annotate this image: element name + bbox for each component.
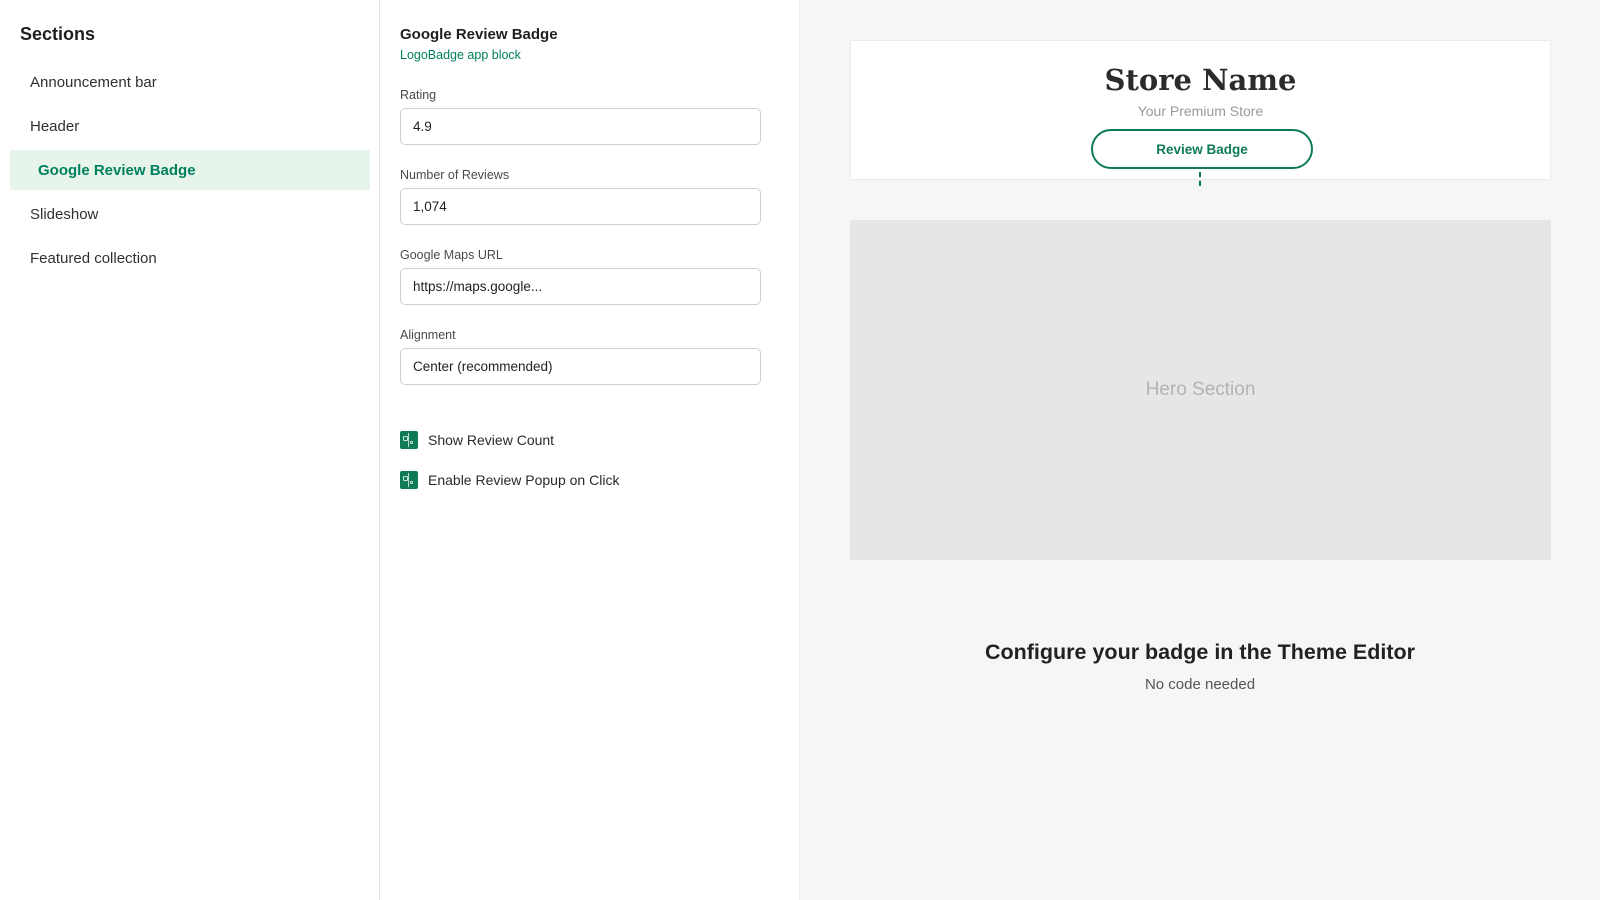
review-popup-label: Enable Review Popup on Click bbox=[428, 472, 620, 488]
reviews-field: Number of Reviews bbox=[400, 168, 761, 225]
sidebar-item-announcement-bar[interactable]: Announcement bar bbox=[10, 62, 370, 102]
review-badge-button[interactable]: Review Badge bbox=[1091, 129, 1313, 169]
reviews-input[interactable] bbox=[400, 188, 761, 225]
rating-input[interactable] bbox=[400, 108, 761, 145]
checkbox-toggle-icon[interactable] bbox=[400, 431, 418, 449]
store-name: Store Name bbox=[1104, 63, 1297, 97]
rating-label: Rating bbox=[400, 88, 437, 102]
badge-connector-line bbox=[1199, 172, 1201, 186]
sections-sidebar: Sections Announcement bar Header Google … bbox=[0, 0, 380, 900]
cta-subtitle: No code needed bbox=[1144, 676, 1256, 693]
hero-section-placeholder: Hero Section bbox=[850, 220, 1551, 560]
review-popup-toggle[interactable]: Enable Review Popup on Click bbox=[400, 470, 619, 490]
sidebar-item-header[interactable]: Header bbox=[10, 106, 370, 146]
store-header-preview: Store Name Your Premium Store Review Bad… bbox=[850, 40, 1551, 180]
sidebar-item-google-review-badge[interactable]: Google Review Badge bbox=[10, 150, 370, 190]
theme-preview: Store Name Your Premium Store Review Bad… bbox=[800, 0, 1600, 900]
show-review-count-toggle[interactable]: Show Review Count bbox=[400, 430, 554, 450]
settings-title: Google Review Badge bbox=[400, 26, 558, 43]
store-tagline: Your Premium Store bbox=[1137, 103, 1264, 119]
rating-field: Rating bbox=[400, 88, 761, 145]
maps-url-field: Google Maps URL bbox=[400, 248, 761, 305]
settings-subtitle: LogoBadge app block bbox=[400, 48, 521, 62]
reviews-label: Number of Reviews bbox=[400, 168, 510, 182]
alignment-select[interactable] bbox=[400, 348, 761, 385]
cta-title: Configure your badge in the Theme Editor bbox=[984, 640, 1416, 664]
alignment-field: Alignment bbox=[400, 328, 761, 385]
sections-list: Announcement bar Header Google Review Ba… bbox=[10, 62, 370, 282]
sidebar-title: Sections bbox=[20, 24, 96, 44]
block-settings-panel: Google Review Badge LogoBadge app block … bbox=[380, 0, 800, 900]
checkbox-toggle-icon[interactable] bbox=[400, 471, 418, 489]
show-review-count-label: Show Review Count bbox=[428, 432, 555, 448]
maps-url-label: Google Maps URL bbox=[400, 248, 503, 262]
alignment-label: Alignment bbox=[400, 328, 456, 342]
maps-url-input[interactable] bbox=[400, 268, 761, 305]
sidebar-item-featured-collection[interactable]: Featured collection bbox=[10, 238, 370, 278]
sidebar-item-slideshow[interactable]: Slideshow bbox=[10, 194, 370, 234]
